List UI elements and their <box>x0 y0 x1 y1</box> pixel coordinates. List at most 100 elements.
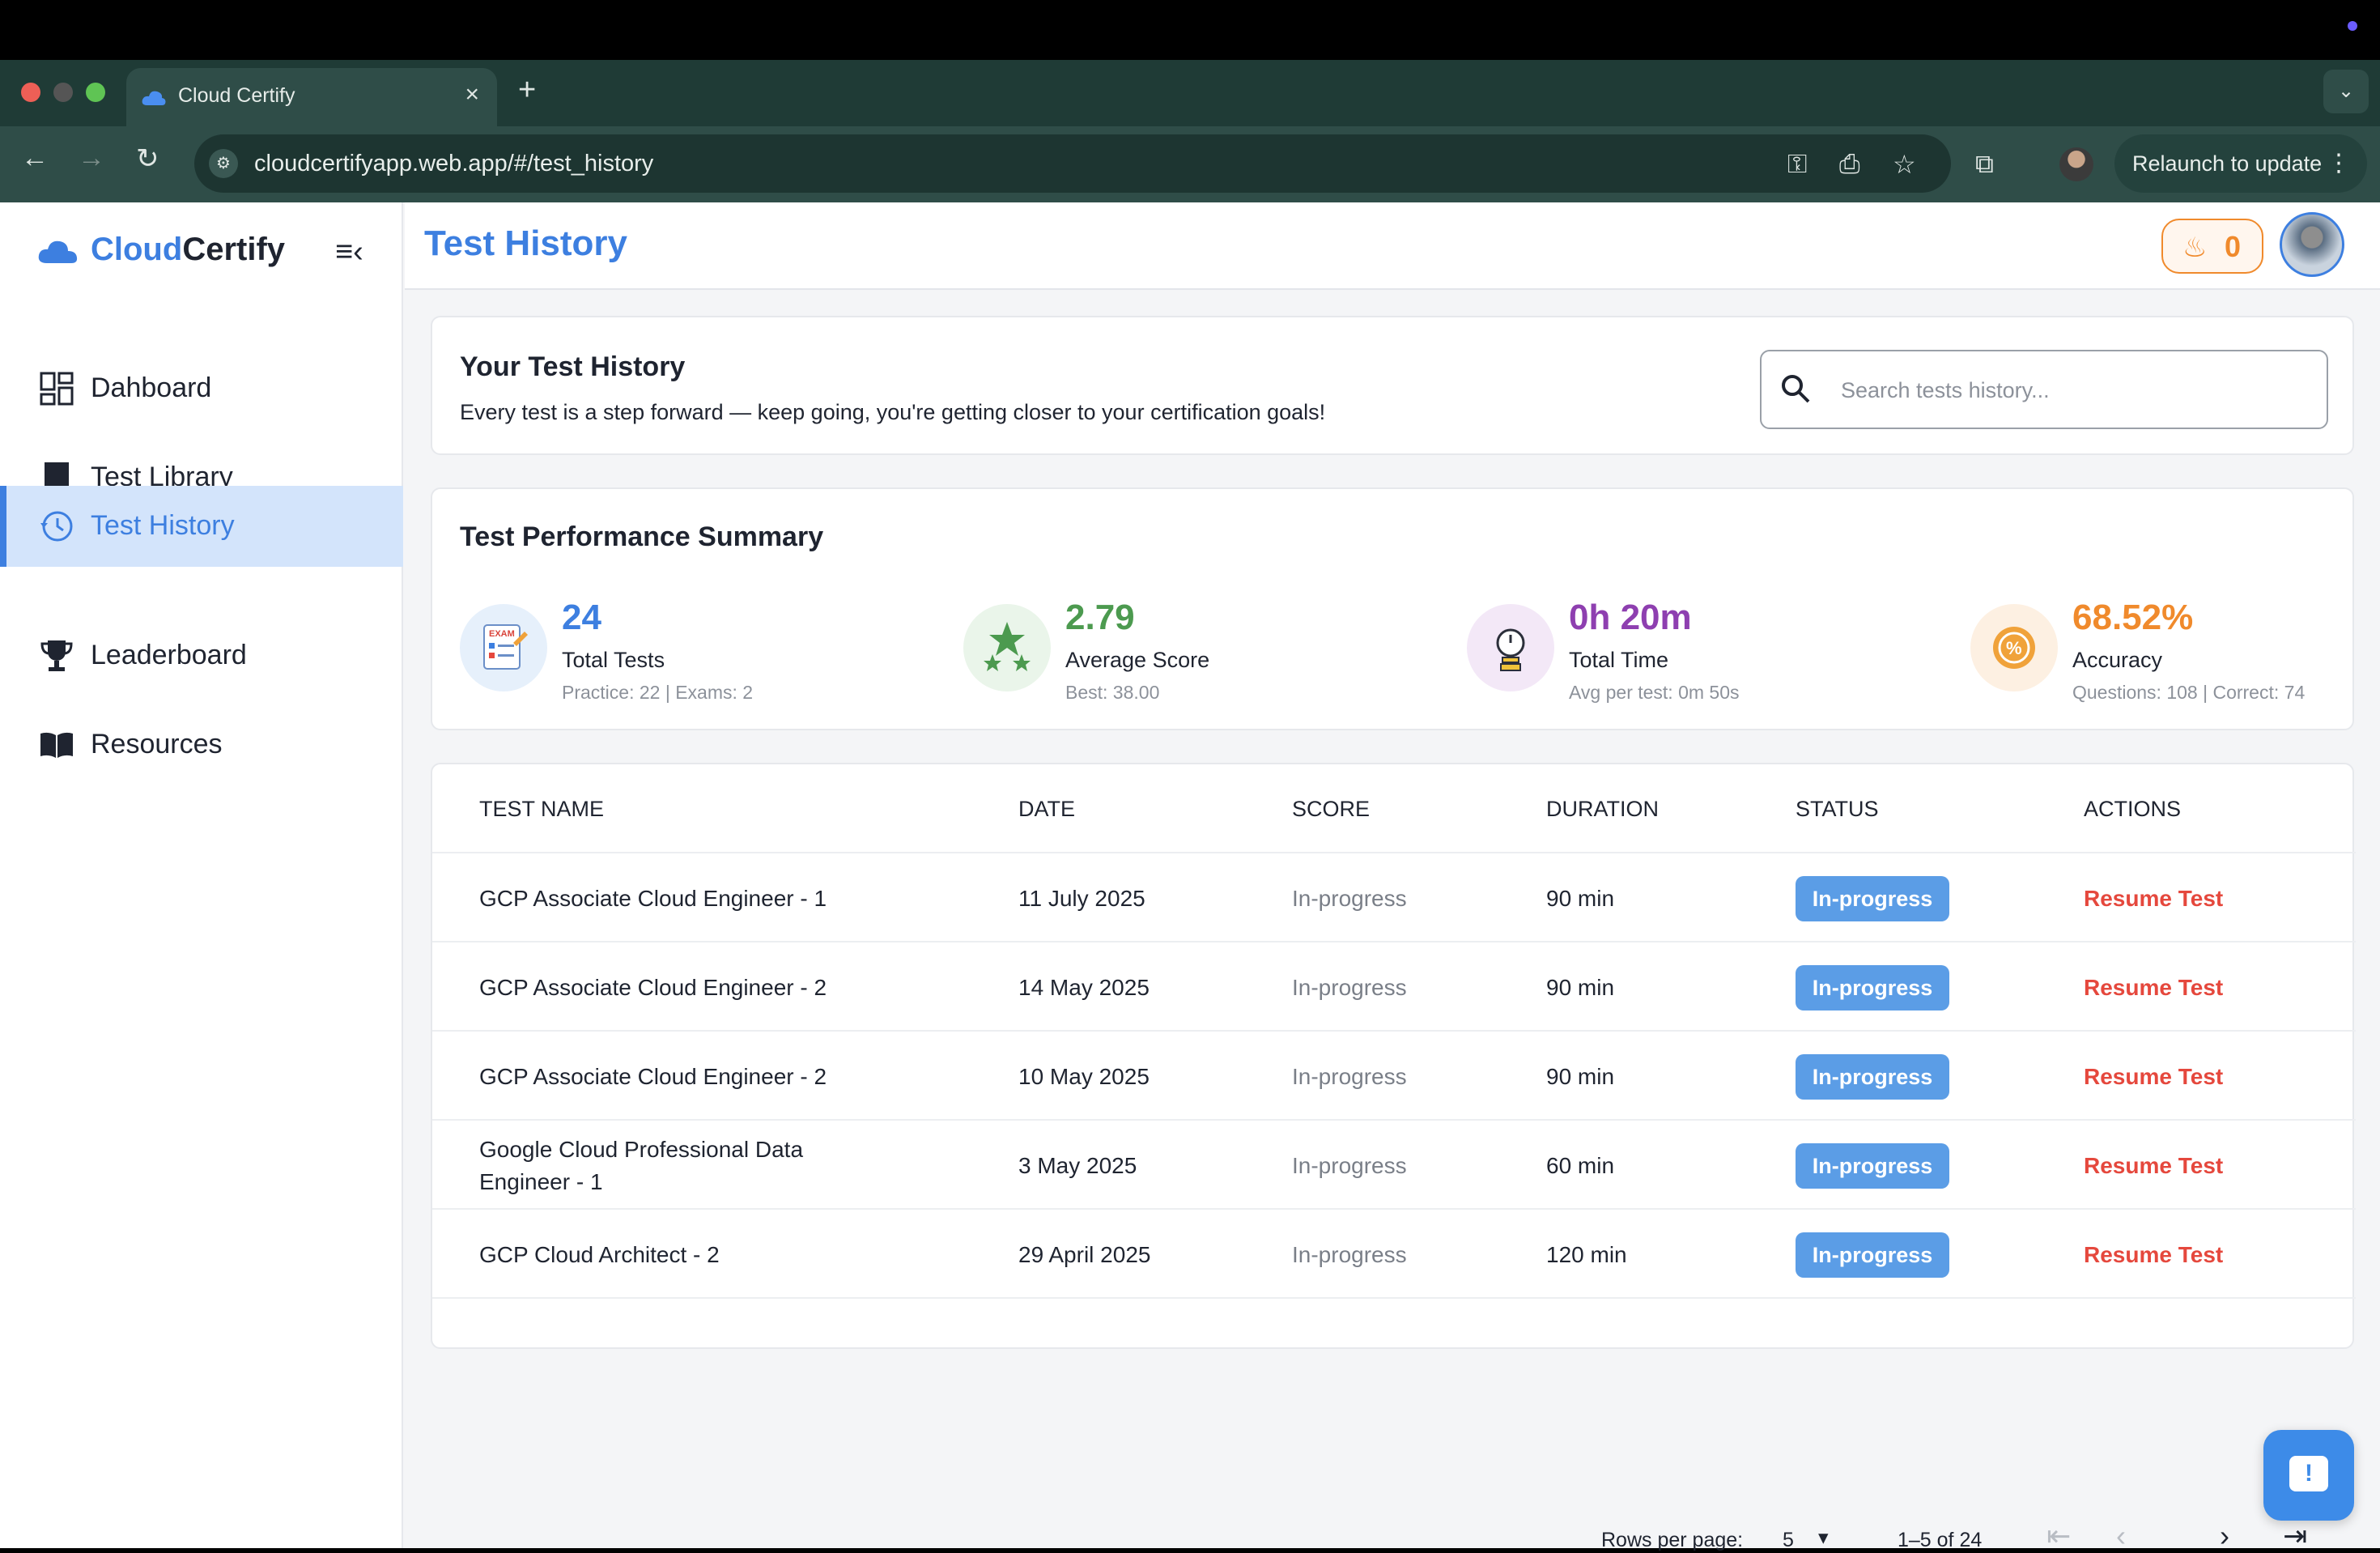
percent-badge-icon: % <box>1970 604 2058 691</box>
back-arrow-icon[interactable]: ← <box>21 143 49 174</box>
sidebar-item-label: Dahboard <box>91 372 212 403</box>
row-divider <box>432 1119 2356 1121</box>
cell-duration: 90 min <box>1546 975 1615 1000</box>
cell-score: In-progress <box>1292 975 1407 1000</box>
tab-title: Cloud Certify <box>178 84 295 107</box>
sidebar: CloudCertify ≡‹ Dahboard Test Library Te… <box>0 202 403 1548</box>
window-minimize-button[interactable] <box>53 83 73 102</box>
sidebar-item-label: Leaderboard <box>91 640 247 670</box>
search-icon <box>1782 375 1810 403</box>
test-history-table: TEST NAME DATE SCORE DURATION STATUS ACT… <box>431 763 2356 1349</box>
new-tab-icon[interactable]: + <box>518 73 536 108</box>
url-text[interactable]: cloudcertifyapp.web.app/#/test_history <box>254 151 653 177</box>
sidebar-item-dashboard[interactable]: Dahboard <box>0 348 403 429</box>
column-header-actions[interactable]: ACTIONS <box>2084 797 2181 822</box>
resume-test-link[interactable]: Resume Test <box>2084 1064 2223 1090</box>
resume-test-link[interactable]: Resume Test <box>2084 1242 2223 1268</box>
brand-logo[interactable]: CloudCertify <box>37 232 285 268</box>
summary-heading: Test Performance Summary <box>460 521 824 552</box>
feedback-button[interactable]: ! <box>2263 1430 2354 1521</box>
stat-detail: Avg per test: 0m 50s <box>1569 682 1740 703</box>
stat-label: Total Tests <box>562 648 665 672</box>
cell-score: In-progress <box>1292 1242 1407 1267</box>
history-icon <box>40 511 73 542</box>
flame-icon: ♨ <box>2182 232 2208 263</box>
browser-profile-avatar[interactable] <box>2059 147 2093 181</box>
forward-arrow-icon[interactable]: → <box>78 143 105 174</box>
row-divider <box>432 1030 2356 1032</box>
stat-value: 68.52% <box>2072 598 2194 637</box>
intro-heading: Your Test History <box>460 351 686 382</box>
password-key-icon[interactable]: ⚿ <box>1787 149 1807 180</box>
window-maximize-button[interactable] <box>86 83 105 102</box>
collapse-sidebar-icon[interactable]: ≡‹ <box>335 235 363 270</box>
column-header-duration[interactable]: DURATION <box>1546 797 1659 822</box>
cell-duration: 90 min <box>1546 886 1615 911</box>
page-range: 1–5 of 24 <box>1898 1529 1983 1551</box>
trophy-icon <box>40 640 73 671</box>
page-title: Test History <box>424 223 628 263</box>
tab-close-icon[interactable]: × <box>465 81 479 108</box>
resume-test-link[interactable]: Resume Test <box>2084 975 2223 1001</box>
rows-per-page-label: Rows per page: <box>1601 1529 1744 1551</box>
tab-search-chevron-icon[interactable]: ⌄ <box>2323 70 2369 113</box>
column-header-score[interactable]: SCORE <box>1292 797 1370 822</box>
row-divider <box>432 1297 2356 1299</box>
cloud-logo-icon <box>38 241 78 264</box>
sidebar-item-resources[interactable]: Resources <box>0 704 403 785</box>
stat-value: 0h 20m <box>1569 598 1692 637</box>
status-badge: In-progress <box>1796 876 1949 921</box>
extensions-icon[interactable]: ⧉ <box>1975 149 1994 180</box>
cell-test-name: GCP Cloud Architect - 2 <box>479 1242 720 1267</box>
bookmark-star-icon[interactable]: ☆ <box>1893 149 1916 180</box>
browser-menu-icon[interactable]: ⋮ <box>2327 134 2351 193</box>
streak-button[interactable]: ♨ 0 <box>2161 219 2263 274</box>
site-info-icon[interactable]: ⚙ <box>209 149 238 178</box>
history-intro-card: Your Test History Every test is a step f… <box>431 316 2354 455</box>
cell-date: 3 May 2025 <box>1018 1153 1137 1178</box>
user-avatar[interactable] <box>2280 212 2344 277</box>
cell-test-name-line-2: Engineer - 1 <box>479 1169 603 1194</box>
reload-icon[interactable]: ↻ <box>136 143 159 175</box>
streak-count: 0 <box>2225 230 2242 263</box>
sidebar-item-label: Resources <box>91 729 223 759</box>
browser-tab[interactable]: Cloud Certify × <box>126 68 497 128</box>
stat-accuracy: % 68.52% Accuracy Questions: 108 | Corre… <box>1970 598 2380 703</box>
os-menu-bar <box>0 0 2380 60</box>
status-dot <box>2348 21 2357 31</box>
stat-label: Accuracy <box>2072 648 2163 672</box>
stat-label: Average Score <box>1065 648 1210 672</box>
rows-per-page-select[interactable]: 5 <box>1783 1529 1794 1552</box>
resume-test-link[interactable]: Resume Test <box>2084 886 2223 912</box>
window-close-button[interactable] <box>21 83 40 102</box>
search-box[interactable] <box>1760 350 2328 429</box>
cell-test-name: GCP Associate Cloud Engineer - 2 <box>479 975 827 1000</box>
chat-feedback-icon: ! <box>2289 1456 2328 1491</box>
stat-label: Total Time <box>1569 648 1669 672</box>
column-header-status[interactable]: STATUS <box>1796 797 1879 822</box>
exam-icon: EXAM <box>460 604 547 691</box>
relaunch-to-update-button[interactable]: Relaunch to update ⋮ <box>2114 134 2367 193</box>
resume-test-link[interactable]: Resume Test <box>2084 1153 2223 1179</box>
sidebar-item-test-history[interactable]: Test History <box>0 486 403 567</box>
intro-subtext: Every test is a step forward — keep goin… <box>460 400 1326 424</box>
stat-detail: Questions: 108 | Correct: 74 <box>2072 682 2306 703</box>
app-viewport: CloudCertify ≡‹ Dahboard Test Library Te… <box>0 202 2380 1552</box>
cell-test-name-line-1: Google Cloud Professional Data <box>479 1137 804 1162</box>
dropdown-caret-icon[interactable]: ▾ <box>1818 1525 1829 1550</box>
cell-date: 14 May 2025 <box>1018 975 1150 1000</box>
status-badge: In-progress <box>1796 965 1949 1011</box>
column-header-date[interactable]: DATE <box>1018 797 1075 822</box>
stat-value: 2.79 <box>1065 598 1135 637</box>
address-bar[interactable]: ⚙ cloudcertifyapp.web.app/#/test_history <box>194 134 1951 193</box>
stat-value: 24 <box>562 598 601 637</box>
sidebar-item-leaderboard[interactable]: Leaderboard <box>0 615 403 696</box>
svg-text:%: % <box>2006 638 2022 658</box>
cell-date: 29 April 2025 <box>1018 1242 1151 1267</box>
stat-detail: Practice: 22 | Exams: 2 <box>562 682 754 703</box>
install-app-icon[interactable]: ⎙ <box>1839 149 1860 180</box>
search-input[interactable] <box>1841 374 2294 406</box>
column-header-test-name[interactable]: TEST NAME <box>479 797 604 822</box>
cell-test-name: GCP Associate Cloud Engineer - 1 <box>479 886 827 911</box>
open-book-icon <box>40 732 73 758</box>
